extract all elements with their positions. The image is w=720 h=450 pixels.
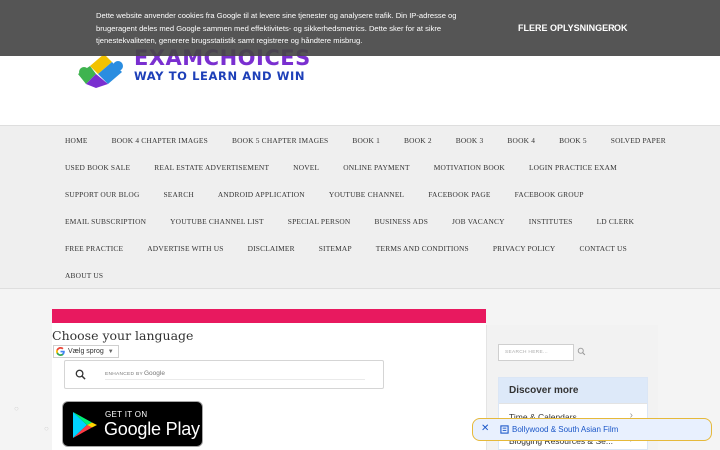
site-search-box[interactable]: ENHANCED BY Google <box>64 360 384 389</box>
caret-down-icon: ▼ <box>107 348 114 355</box>
logo-tagline: WAY TO LEARN AND WIN <box>134 69 306 83</box>
nav-item-book1[interactable]: BOOK 1 <box>352 136 380 145</box>
language-select[interactable]: Vælg sprog ▼ <box>53 345 119 358</box>
cookie-banner: Dette website anvender cookies fra Googl… <box>0 0 720 56</box>
nav-row-6: ABOUT US <box>65 262 127 289</box>
google-play-label: Google Play <box>104 419 200 439</box>
nav-item-special-person[interactable]: SPECIAL PERSON <box>288 217 351 226</box>
nav-item-solved-paper[interactable]: SOLVED PAPER <box>611 136 666 145</box>
nav-item-advertise[interactable]: ADVERTISE WITH US <box>147 244 223 253</box>
topic-chip[interactable]: ✕ Bollywood & South Asian Film <box>472 418 712 441</box>
nav-row-1: HOME BOOK 4 CHAPTER IMAGES BOOK 5 CHAPTE… <box>65 127 690 154</box>
nav-row-4: EMAIL SUBSCRIPTION YOUTUBE CHANNEL LIST … <box>65 208 658 235</box>
nav-item-free-practice[interactable]: FREE PRACTICE <box>65 244 123 253</box>
nav-row-2: USED BOOK SALE REAL ESTATE ADVERTISEMENT… <box>65 154 641 181</box>
ok-button[interactable]: OK <box>614 23 628 33</box>
nav-item-sitemap[interactable]: SITEMAP <box>319 244 352 253</box>
nav-item-novel[interactable]: NOVEL <box>293 163 319 172</box>
nav-item-facebook-group[interactable]: FACEBOOK GROUP <box>515 190 584 199</box>
main-content: Choose your language Vælg sprog ▼ ENHANC… <box>52 309 486 450</box>
nav-item-facebook-page[interactable]: FACEBOOK PAGE <box>428 190 490 199</box>
search-icon[interactable] <box>577 347 586 356</box>
enhanced-by-label: ENHANCED BY <box>105 372 143 377</box>
language-title: Choose your language <box>52 328 194 343</box>
nav-row-3: SUPPORT OUR BLOG SEARCH ANDROID APPLICAT… <box>65 181 608 208</box>
nav-item-book5[interactable]: BOOK 5 <box>559 136 587 145</box>
nav-item-real-estate[interactable]: REAL ESTATE ADVERTISEMENT <box>154 163 269 172</box>
nav-item-institutes[interactable]: INSTITUTES <box>529 217 573 226</box>
cookie-text: Dette website anvender cookies fra Googl… <box>96 11 457 46</box>
nav-row-5: FREE PRACTICE ADVERTISE WITH US DISCLAIM… <box>65 235 651 262</box>
nav-item-book5-chapter-images[interactable]: BOOK 5 CHAPTER IMAGES <box>232 136 328 145</box>
faint-circle-icon: ○ <box>44 424 49 433</box>
nav-item-book2[interactable]: BOOK 2 <box>404 136 432 145</box>
nav-item-disclaimer[interactable]: DISCLAIMER <box>248 244 295 253</box>
language-select-label: Vælg sprog <box>68 348 104 355</box>
chip-label: Bollywood & South Asian Film <box>512 425 619 434</box>
nav-item-book3[interactable]: BOOK 3 <box>456 136 484 145</box>
search-input-line <box>105 379 365 380</box>
nav-item-about-us[interactable]: ABOUT US <box>65 271 103 280</box>
nav-item-email-subscription[interactable]: EMAIL SUBSCRIPTION <box>65 217 146 226</box>
nav-item-ld-clerk[interactable]: LD CLERK <box>597 217 635 226</box>
nav-item-youtube-channel[interactable]: YOUTUBE CHANNEL <box>329 190 404 199</box>
close-icon[interactable]: ✕ <box>481 423 489 434</box>
nav-item-business-ads[interactable]: BUSINESS ADS <box>374 217 428 226</box>
get-it-on-label: GET IT ON <box>105 410 148 419</box>
google-play-icon <box>73 412 97 438</box>
main-nav: HOME BOOK 4 CHAPTER IMAGES BOOK 5 CHAPTE… <box>0 125 720 289</box>
sidebar-search-input[interactable]: SEARCH HERE... <box>498 344 574 361</box>
nav-item-login-practice-exam[interactable]: LOGIN PRACTICE EXAM <box>529 163 617 172</box>
nav-item-book4[interactable]: BOOK 4 <box>507 136 535 145</box>
nav-item-job-vacancy[interactable]: JOB VACANCY <box>452 217 505 226</box>
nav-item-android-app[interactable]: ANDROID APPLICATION <box>218 190 305 199</box>
nav-item-used-book-sale[interactable]: USED BOOK SALE <box>65 163 130 172</box>
nav-item-search[interactable]: SEARCH <box>164 190 194 199</box>
nav-item-online-payment[interactable]: ONLINE PAYMENT <box>343 163 410 172</box>
accent-bar <box>52 309 486 323</box>
nav-item-privacy-policy[interactable]: PRIVACY POLICY <box>493 244 556 253</box>
faint-circle-icon: ○ <box>14 404 19 413</box>
discover-more-title: Discover more <box>499 378 647 403</box>
book-icon <box>500 425 509 434</box>
nav-item-terms[interactable]: TERMS AND CONDITIONS <box>376 244 469 253</box>
google-play-badge[interactable]: GET IT ON Google Play <box>62 401 203 447</box>
google-label: Google <box>144 370 165 377</box>
nav-item-motivation-book[interactable]: MOTIVATION BOOK <box>434 163 505 172</box>
google-g-icon <box>56 347 65 356</box>
nav-item-youtube-channel-list[interactable]: YOUTUBE CHANNEL LIST <box>170 217 264 226</box>
nav-item-home[interactable]: HOME <box>65 136 88 145</box>
nav-item-book4-chapter-images[interactable]: BOOK 4 CHAPTER IMAGES <box>112 136 208 145</box>
search-icon <box>75 369 86 380</box>
nav-item-support-blog[interactable]: SUPPORT OUR BLOG <box>65 190 140 199</box>
nav-item-contact-us[interactable]: CONTACT US <box>579 244 626 253</box>
more-info-button[interactable]: FLERE OPLYSNINGER <box>518 23 615 33</box>
